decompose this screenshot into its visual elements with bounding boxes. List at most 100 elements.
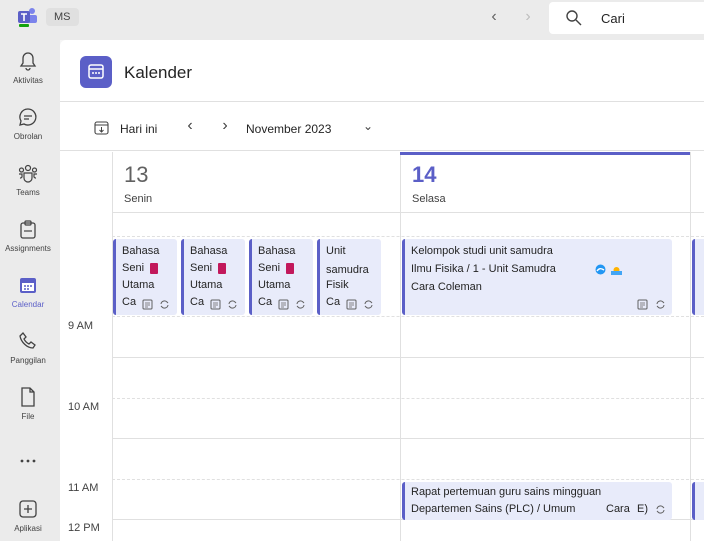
event-title: Utama [258, 279, 291, 291]
rail-item-calls[interactable]: Panggilan [0, 330, 56, 365]
notes-icon [278, 299, 289, 310]
app-rail: Aktivitas Obrolan Teams Assignments Cale… [0, 40, 60, 541]
day-header-monday[interactable]: 13 Senin [112, 152, 400, 212]
rail-label: File [21, 412, 35, 421]
notes-icon [637, 299, 648, 310]
search-input[interactable]: Cari [549, 2, 704, 34]
back-arrow-icon[interactable]: ‹ [484, 8, 504, 28]
recurring-icon [296, 300, 305, 309]
event-organizer: Ca [122, 296, 137, 308]
sunrise-icon [611, 267, 622, 275]
notes-icon [142, 299, 153, 310]
recurring-icon [160, 300, 169, 309]
account-switcher[interactable]: MS [46, 8, 79, 26]
event-title: Utama [190, 279, 223, 291]
today-label: Hari ini [120, 122, 158, 136]
event-organizer: Ca [190, 296, 205, 308]
rail-label: Calendar [11, 300, 45, 309]
book-icon [286, 263, 294, 274]
event-extra: E) [637, 503, 648, 515]
rail-item-apps[interactable]: Aplikasi [0, 498, 56, 533]
rail-item-assignments[interactable]: Assignments [0, 218, 56, 253]
calendar-app-icon [80, 56, 112, 88]
event-channel: Ilmu Fisika / 1 - Unit Samudra [411, 263, 556, 275]
event-organizer: Cara Coleman [411, 281, 482, 293]
event-organizer: Cara [606, 503, 630, 515]
forward-arrow-icon[interactable]: › [518, 8, 538, 28]
time-label: 10 AM [68, 401, 100, 413]
time-label: 12 PM [68, 522, 100, 534]
rail-label: Aktivitas [13, 76, 43, 85]
rail-item-chat[interactable]: Obrolan [0, 106, 56, 141]
rail-item-files[interactable]: File [0, 386, 56, 421]
event-title: Fisik [326, 279, 349, 291]
time-label: 11 AM [68, 482, 99, 494]
day-name: Selasa [412, 193, 446, 205]
rail-label: Obrolan [13, 132, 43, 141]
search-placeholder: Cari [601, 11, 625, 26]
bell-icon [19, 52, 37, 71]
page-title: Kalender [124, 63, 193, 82]
assignments-icon [20, 220, 36, 239]
month-label: November 2023 [246, 122, 332, 136]
event-card[interactable]: Unit samudra Fisik Ca [317, 239, 381, 315]
search-icon [566, 10, 582, 26]
recurring-icon [228, 300, 237, 309]
previous-week-button[interactable]: ‹ [182, 117, 198, 137]
rail-label: Assignments [5, 244, 51, 253]
rail-item-more[interactable] [0, 450, 56, 472]
event-card[interactable]: Kelompok studi unit samudra Ilmu Fisika … [402, 239, 672, 315]
event-title: Bahasa [258, 245, 296, 257]
teams-icon [18, 164, 38, 183]
rail-label: Panggilan [10, 356, 46, 365]
event-card[interactable] [692, 482, 704, 520]
add-apps-icon [19, 500, 37, 518]
event-channel: Departemen Sains (PLC) / Umum [411, 503, 576, 515]
wave-icon [595, 264, 606, 275]
calendar-toolbar: Hari ini ‹ › November 2023 ⌄ [60, 103, 704, 151]
event-card[interactable]: Bahasa Seni Utama Ca [113, 239, 177, 315]
event-title: Kelompok studi unit samudra [411, 245, 553, 257]
day-header-tuesday[interactable]: 14 Selasa [400, 152, 690, 212]
file-icon [21, 387, 35, 407]
day-name: Senin [124, 193, 153, 205]
rail-label: Teams [16, 188, 40, 197]
book-icon [150, 263, 158, 274]
recurring-icon [364, 300, 373, 309]
day-number: 14 [412, 162, 437, 187]
more-icon [20, 459, 36, 463]
teams-logo-icon [18, 8, 37, 27]
calendar-icon [20, 278, 36, 293]
event-title: Unit [326, 245, 346, 257]
event-card[interactable]: Rapat pertemuan guru sains mingguan Depa… [402, 482, 672, 520]
title-bar: MS ‹ › Cari [0, 0, 704, 40]
event-title: Utama [122, 279, 155, 291]
rail-item-activity[interactable]: Aktivitas [0, 50, 56, 85]
rail-item-calendar[interactable]: Calendar [0, 274, 56, 309]
event-title: Bahasa [190, 245, 228, 257]
event-card[interactable]: Bahasa Seni Utama Ca [249, 239, 313, 315]
event-title: Seni [122, 262, 145, 274]
notes-icon [210, 299, 221, 310]
calendar-today-icon [94, 121, 109, 135]
event-title: Rapat pertemuan guru sains mingguan [411, 486, 602, 498]
recurring-icon [656, 505, 665, 514]
event-organizer: Ca [258, 296, 273, 308]
next-week-button[interactable]: › [217, 117, 233, 137]
event-title: Seni [190, 262, 213, 274]
rail-label: Aplikasi [14, 524, 42, 533]
calendar-pane: Kalender Hari ini ‹ › November 2023 ⌄ 13… [60, 40, 704, 541]
recurring-icon [656, 300, 665, 309]
event-card[interactable]: Bahasa Seni Utama Ca [181, 239, 245, 315]
event-card[interactable] [692, 239, 704, 315]
rail-item-teams[interactable]: Teams [0, 162, 56, 197]
week-grid: 13 Senin 14 Selasa 9 AM 10 AM 11 AM 12 P… [60, 152, 704, 541]
app-header: Kalender [60, 40, 704, 102]
chat-icon [19, 108, 37, 126]
event-title: samudra [326, 264, 369, 276]
event-title: Bahasa [122, 245, 160, 257]
event-title: Seni [258, 262, 281, 274]
phone-icon [19, 332, 36, 349]
chevron-down-icon[interactable]: ⌄ [360, 119, 376, 139]
time-label: 9 AM [68, 320, 94, 332]
